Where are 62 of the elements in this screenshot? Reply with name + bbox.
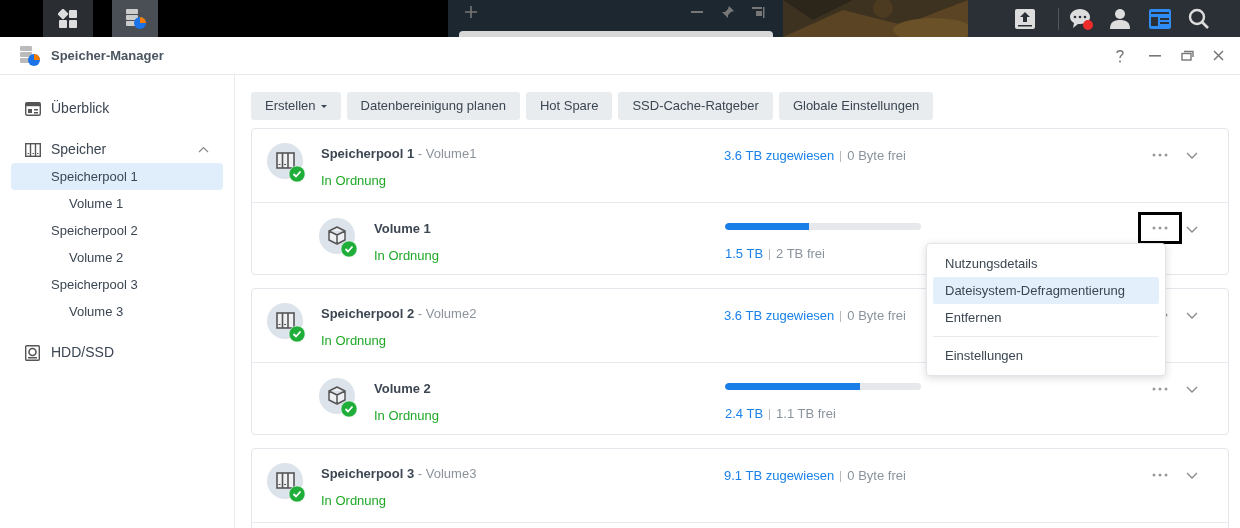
user-icon[interactable]: [1109, 7, 1131, 30]
chat-notification-icon[interactable]: [1069, 6, 1095, 31]
sidebar-item[interactable]: Speicher: [11, 136, 223, 163]
toolbar-button[interactable]: Hot Spare: [525, 92, 613, 120]
layout-icon[interactable]: [751, 5, 765, 19]
storage-app-icon: [123, 6, 147, 31]
expand-icon[interactable]: [1186, 472, 1198, 479]
storage-app-icon: [17, 43, 41, 68]
expand-icon[interactable]: [1186, 226, 1198, 233]
close-icon[interactable]: [1213, 50, 1224, 61]
menu-item[interactable]: Einstellungen: [933, 342, 1159, 369]
expand-icon[interactable]: [1186, 386, 1198, 393]
minimize-icon[interactable]: [1149, 54, 1161, 57]
storage-icon: [25, 141, 41, 158]
pool-status-icon: [267, 463, 306, 503]
pool-status-icon: [267, 143, 306, 183]
taskbar-button[interactable]: [112, 0, 158, 37]
sidebar-item[interactable]: Speicherpool 1: [11, 163, 223, 190]
pool-title: Speicherpool 3 - Volume3: [321, 465, 478, 483]
overview-icon: [25, 100, 41, 117]
toolbar-button[interactable]: Erstellen: [251, 92, 341, 120]
volume-status-icon: [319, 218, 358, 258]
apps-icon: [58, 8, 78, 29]
volume-title: Volume 2: [374, 380, 432, 398]
pool-title: Speicherpool 2 - Volume2: [321, 305, 478, 323]
status-text: In Ordnung: [321, 171, 388, 190]
toolbar-button[interactable]: Globale Einstellungen: [778, 92, 934, 120]
status-text: In Ordnung: [321, 331, 388, 350]
volume-status-icon: [319, 378, 358, 418]
pool-title: Speicherpool 1 - Volume1: [321, 145, 478, 163]
usage-text: 9.1 TB zugewiesen 0 Byte frei: [724, 467, 907, 485]
toolbar-button[interactable]: SSD-Cache-Ratgeber: [618, 92, 773, 120]
pin-icon[interactable]: [721, 5, 735, 19]
expand-icon[interactable]: [1186, 312, 1198, 319]
sidebar-item[interactable]: Speicherpool 3: [11, 271, 223, 298]
menu-item[interactable]: Entfernen: [933, 304, 1159, 331]
sidebar-item[interactable]: HDD/SSD: [11, 339, 223, 366]
expand-icon[interactable]: [1186, 152, 1198, 159]
widget-icon[interactable]: [1148, 7, 1172, 30]
collapse-icon[interactable]: [198, 146, 209, 153]
sidebar-item[interactable]: Volume 2: [11, 244, 223, 271]
usage-text: 2.4 TB 1.1 TB frei: [725, 405, 837, 423]
menu-item[interactable]: Dateisystem-Defragmentierung: [933, 277, 1159, 304]
help-icon[interactable]: [1115, 48, 1125, 63]
pool-status-icon: [267, 303, 306, 343]
volume-title: Volume 1: [374, 220, 432, 238]
status-text: In Ordnung: [374, 406, 441, 425]
upload-icon[interactable]: [1014, 7, 1036, 30]
menu-item[interactable]: Nutzungsdetails: [933, 250, 1159, 277]
sidebar-item[interactable]: Überblick: [11, 95, 223, 122]
status-text: In Ordnung: [374, 246, 441, 265]
window-title: Speicher-Manager: [51, 46, 164, 65]
sidebar-item[interactable]: Volume 1: [11, 190, 223, 217]
status-text: In Ordnung: [321, 491, 388, 510]
sidebar-item[interactable]: Speicherpool 2: [11, 217, 223, 244]
usage-text: 3.6 TB zugewiesen 0 Byte frei: [724, 147, 907, 165]
search-icon[interactable]: [1188, 7, 1210, 30]
toolbar-button[interactable]: Datenbereinigung planen: [346, 92, 520, 120]
taskbar-button[interactable]: [43, 0, 93, 37]
plus-icon[interactable]: [464, 5, 478, 19]
sidebar-item[interactable]: Volume 3: [11, 298, 223, 325]
restore-icon[interactable]: [1181, 50, 1194, 61]
